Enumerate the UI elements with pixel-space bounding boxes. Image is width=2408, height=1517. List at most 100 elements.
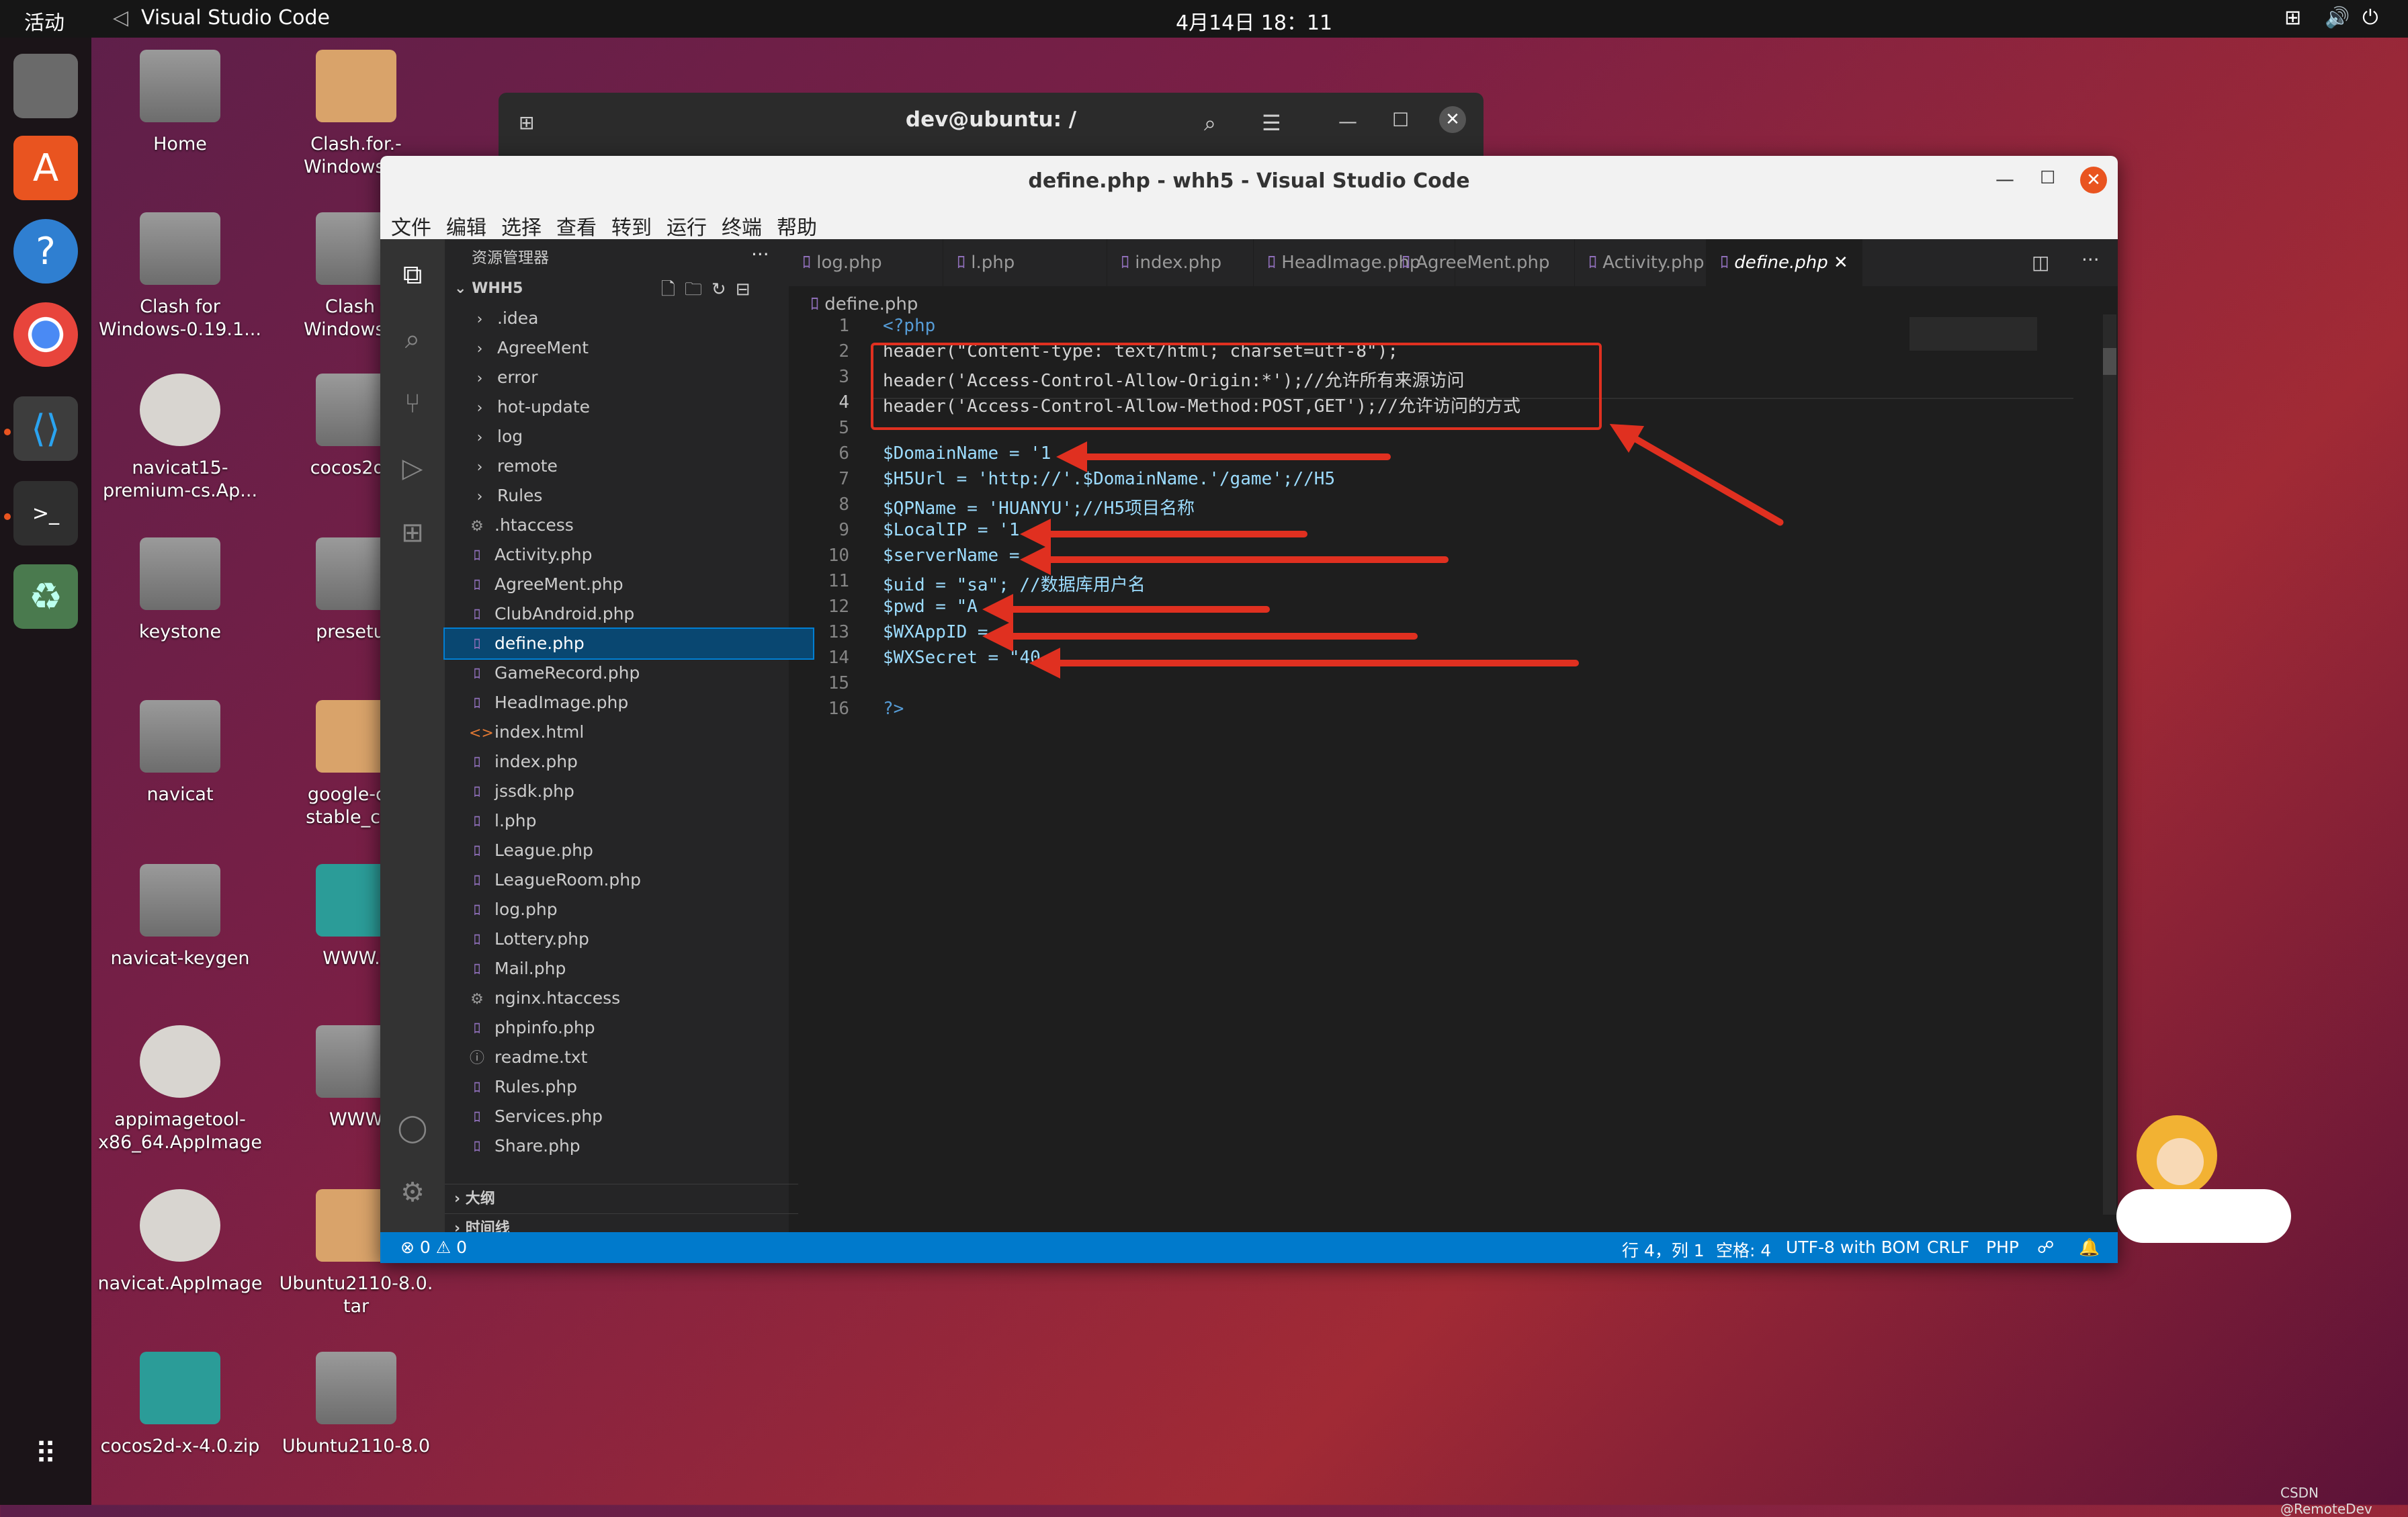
file-tree-item[interactable]: ﾛ l.php xyxy=(445,806,813,836)
menu-item[interactable]: 查看 xyxy=(552,211,601,241)
file-tree-item[interactable]: ﾛ jssdk.php xyxy=(445,777,813,806)
menu-item[interactable]: 转到 xyxy=(607,211,656,241)
cursor-position[interactable]: 行 4，列 1 xyxy=(1622,1238,1705,1262)
file-tree-item[interactable]: <>index.html xyxy=(445,718,813,747)
power-icon[interactable]: ⏻ xyxy=(2362,6,2378,30)
vscode-dock-icon[interactable]: ⟨⟩ xyxy=(13,396,78,461)
minimize-icon[interactable]: — xyxy=(1338,110,1357,132)
accounts-icon[interactable]: ◯ xyxy=(396,1113,429,1145)
network-icon[interactable]: ⊞ xyxy=(2284,6,2301,30)
activities-button[interactable]: 活动 xyxy=(24,6,64,36)
scrollbar[interactable] xyxy=(2103,314,2116,1215)
language-mode[interactable]: PHP xyxy=(1986,1238,2019,1257)
volume-icon[interactable]: 🔊 xyxy=(2325,6,2350,30)
breadcrumb[interactable]: ﾛ define.php xyxy=(810,290,918,315)
file-tree-item[interactable]: › hot-update xyxy=(445,392,816,422)
notifications-icon[interactable]: 🔔 xyxy=(2079,1238,2100,1258)
file-tree-item[interactable]: ﾛ Lottery.php xyxy=(445,924,813,954)
maximize-icon[interactable]: ☐ xyxy=(2040,168,2055,188)
desktop-icon[interactable]: navicat xyxy=(93,700,267,806)
desktop-icon[interactable]: keystone xyxy=(93,537,267,644)
code-line[interactable]: ?> xyxy=(883,699,904,719)
extensions-icon[interactable]: ⊞ xyxy=(396,517,429,550)
file-tree-item[interactable]: ﾛ HeadImage.php xyxy=(445,688,813,718)
file-tree-item[interactable]: › .idea xyxy=(445,304,816,333)
file-tree-item[interactable]: ﾛ LeagueRoom.php xyxy=(445,865,813,895)
file-tree-item[interactable]: ⚙ nginx.htaccess xyxy=(445,984,813,1013)
code-line[interactable]: $DomainName = '1 xyxy=(883,443,1051,464)
code-line[interactable]: $QPName = 'HUANYU';//H5项目名称 xyxy=(883,494,1195,519)
explorer-toolbar-icons[interactable]: 🗋🗀↻⊟ xyxy=(661,277,759,306)
hamburger-menu-icon[interactable]: ☰ xyxy=(1262,110,1281,136)
files-dock-icon[interactable] xyxy=(13,54,78,118)
code-line[interactable]: $LocalIP = '1 xyxy=(883,520,1020,540)
desktop-icon[interactable]: Clash for Windows-0.19.1... xyxy=(93,212,267,341)
search-icon[interactable]: ⌕ xyxy=(1204,110,1216,136)
editor-tab[interactable]: ﾛ log.php xyxy=(789,239,943,286)
code-line[interactable]: $WXSecret = "40 xyxy=(883,648,1041,668)
editor-tab[interactable]: ﾛ index.php xyxy=(1107,239,1254,286)
code-editor[interactable]: 1 <?php 2 header("Content-type: text/html; … xyxy=(789,313,2118,1232)
more-actions-icon[interactable]: ··· xyxy=(2081,249,2100,271)
file-tree-item[interactable]: ﾛ Activity.php xyxy=(445,540,813,570)
indent-setting[interactable]: 空格: 4 xyxy=(1716,1238,1771,1262)
app-menu[interactable]: Visual Studio Code xyxy=(141,6,330,30)
code-line[interactable]: $pwd = "A xyxy=(883,597,978,617)
close-tab-icon[interactable]: ✕ xyxy=(1828,253,1848,273)
editor-tab[interactable]: ﾛ Activity.php xyxy=(1575,239,1707,286)
file-tree-item[interactable]: ﾛ define.php xyxy=(443,627,814,660)
terminal-dock-icon[interactable]: >_ xyxy=(13,481,78,546)
settings-gear-icon[interactable]: ⚙ xyxy=(396,1177,429,1209)
file-tree-item[interactable]: › log xyxy=(445,422,816,451)
desktop-icon[interactable]: navicat15- premium-cs.Ap... xyxy=(93,374,267,503)
software-dock-icon[interactable]: A xyxy=(13,136,78,200)
editor-tab[interactable]: ﾛ l.php xyxy=(943,239,1107,286)
file-tree-item[interactable]: ﾛ index.php xyxy=(445,747,813,777)
file-tree-item[interactable]: ﾛ Share.php xyxy=(445,1131,813,1161)
editor-tab[interactable]: ﾛ define.php ✕ xyxy=(1707,239,1862,286)
problems-indicator[interactable]: ⊗ 0 ⚠ 0 xyxy=(400,1238,467,1257)
file-tree-item[interactable]: ﾛ log.php xyxy=(445,895,813,924)
outline-section[interactable]: › 大纲 xyxy=(445,1184,798,1214)
desktop-icon[interactable]: appimagetool- x86_64.AppImage xyxy=(93,1025,267,1154)
desktop-icon[interactable]: cocos2d-x-4.0.zip xyxy=(93,1352,267,1458)
editor-tab[interactable]: ﾛ AgreeMent.php xyxy=(1388,239,1575,286)
eol-setting[interactable]: CRLF xyxy=(1927,1238,1969,1257)
feedback-icon[interactable]: ☍ xyxy=(2037,1238,2054,1257)
explorer-icon[interactable]: ⧉ xyxy=(396,259,429,292)
menu-item[interactable]: 文件 xyxy=(387,211,435,241)
close-icon[interactable]: ✕ xyxy=(2080,167,2107,193)
code-line[interactable]: <?php xyxy=(883,316,935,336)
file-tree-item[interactable]: ﾛ League.php xyxy=(445,836,813,865)
menu-item[interactable]: 运行 xyxy=(662,211,711,241)
menu-item[interactable]: 帮助 xyxy=(773,211,821,241)
help-dock-icon[interactable]: ? xyxy=(13,219,78,284)
encoding-setting[interactable]: UTF-8 with BOM xyxy=(1786,1238,1920,1257)
file-tree-item[interactable]: ⚙ .htaccess xyxy=(445,511,813,540)
file-tree-item[interactable]: › AgreeMent xyxy=(445,333,816,363)
minimize-icon[interactable]: — xyxy=(1995,168,2014,190)
desktop-icon[interactable]: navicat.AppImage xyxy=(93,1189,267,1295)
desktop-icon[interactable]: Home xyxy=(93,50,267,156)
maximize-icon[interactable]: ☐ xyxy=(1392,109,1409,131)
desktop-icon[interactable]: Ubuntu2110-8.0 xyxy=(269,1352,443,1458)
desktop-icon[interactable]: navicat-keygen xyxy=(93,864,267,970)
code-line[interactable]: $uid = "sa"; //数据库用户名 xyxy=(883,571,1146,596)
code-line[interactable]: $serverName = xyxy=(883,546,1020,566)
file-tree-item[interactable]: ﾛ phpinfo.php xyxy=(445,1013,813,1043)
file-tree-item[interactable]: › error xyxy=(445,363,816,392)
file-tree-item[interactable]: ⓘ readme.txt xyxy=(445,1043,813,1072)
file-tree-item[interactable]: ﾛ Rules.php xyxy=(445,1072,813,1102)
file-tree-item[interactable]: › Rules xyxy=(445,481,816,511)
clock[interactable]: 4月14日 18：11 xyxy=(1176,6,1332,36)
app-grid-icon[interactable]: ⠿ xyxy=(13,1422,78,1486)
file-tree-item[interactable]: › remote xyxy=(445,451,816,481)
menu-item[interactable]: 选择 xyxy=(497,211,546,241)
file-tree-item[interactable]: ﾛ ClubAndroid.php xyxy=(445,599,813,629)
file-tree-item[interactable]: ﾛ Services.php xyxy=(445,1102,813,1131)
code-line[interactable]: $H5Url = 'http://'.$DomainName.'/game';/… xyxy=(883,469,1335,489)
minimap[interactable] xyxy=(1909,317,2037,351)
close-icon[interactable]: ✕ xyxy=(1439,106,1466,133)
trash-dock-icon[interactable]: ♻ xyxy=(13,564,78,629)
code-line[interactable]: $WXAppID = xyxy=(883,622,988,642)
